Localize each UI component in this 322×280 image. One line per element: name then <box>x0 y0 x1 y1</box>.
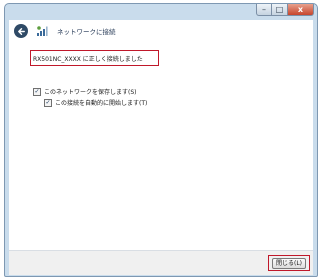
close-window-button[interactable]: x <box>288 4 314 16</box>
auto-connect-label: この接続を自動的に開始します(T) <box>55 100 148 107</box>
close-button[interactable]: 閉じる(L) <box>272 258 306 269</box>
connect-to-network-window: – □ x ネットワークに接続 RX501NC_XXXX に正しく接続しました … <box>4 3 318 277</box>
auto-connect-option[interactable]: ✓ この接続を自動的に開始します(T) <box>44 98 147 107</box>
caption-buttons: – □ x <box>256 4 314 16</box>
button-bar: 閉じる(L) <box>9 251 313 275</box>
back-arrow-icon <box>17 27 25 35</box>
wizard-header: ネットワークに接続 <box>9 20 313 42</box>
network-icon <box>37 26 48 36</box>
connection-status-message: RX501NC_XXXX に正しく接続しました <box>33 56 143 63</box>
save-network-option[interactable]: ✓ このネットワークを保存します(S) <box>33 87 137 96</box>
page-title: ネットワークに接続 <box>57 28 116 36</box>
maximize-button[interactable]: □ <box>272 4 288 16</box>
auto-connect-checkbox[interactable]: ✓ <box>44 98 52 107</box>
save-network-checkbox[interactable]: ✓ <box>33 87 41 96</box>
back-button[interactable] <box>14 24 28 38</box>
content-area: RX501NC_XXXX に正しく接続しました ✓ このネットワークを保存します… <box>9 42 313 251</box>
minimize-button[interactable]: – <box>256 4 272 16</box>
save-network-label: このネットワークを保存します(S) <box>44 89 137 96</box>
